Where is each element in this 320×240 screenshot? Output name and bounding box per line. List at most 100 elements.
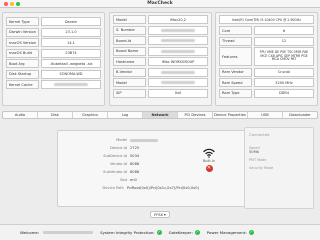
network-row-bsd: Bsd en0	[95, 176, 199, 184]
tab-downloader[interactable]: Downloader	[283, 112, 317, 118]
model-row-board-id: Board-Id	[113, 36, 208, 45]
network-row-vendor-id: Vendor-Id 8086	[95, 160, 199, 168]
model-label-hostname: Hostname	[113, 57, 146, 66]
status-bar: Welcome: System Integrity Protection: ✓ …	[0, 224, 320, 240]
model-value-model	[148, 78, 208, 87]
cpu-label-ram-speed: Ram Speed	[219, 78, 252, 87]
model-label-board-id: Board-Id	[113, 36, 146, 45]
builtin-label: Built-In	[202, 159, 216, 163]
cpu-row-features: Features FPU VME DE PSE TSC MSR PAE MCE C…	[219, 47, 314, 66]
kernel-value-kernel-cache	[41, 80, 101, 89]
cpu-row-ram-vendor: Ram Vendor Crucial	[219, 67, 314, 77]
network-label-device-id: Device-Id	[110, 146, 127, 150]
network-row-device-path: Device Path PciRoot(0x0)/Pci(0x1c,0x7)/Pc…	[95, 184, 200, 192]
kernel-label-kernel-type: Kernel Type	[6, 17, 39, 26]
network-value-vendor-id: 8086	[130, 162, 140, 166]
model-row-board-name: Board Name	[113, 46, 208, 56]
redacted-value	[160, 39, 196, 42]
welcome-segment: Welcome:	[20, 230, 94, 235]
model-row-model: Model	[113, 78, 208, 87]
redacted-value	[53, 83, 89, 86]
model-row-model: Model iMac20,2	[113, 15, 208, 24]
kernel-row-kernel-type: Kernel Type Darwin	[6, 17, 101, 26]
model-value-s-number	[148, 25, 208, 35]
kernel-label-boot-arg: Boot Arg	[6, 59, 39, 68]
cpu-row-thread: Thread 12	[219, 36, 314, 46]
sip-status: System Integrity Protection: ✓	[100, 230, 162, 235]
network-value-bsd: en0	[130, 178, 137, 182]
kernel-label-macos-version: macOS Version	[6, 38, 39, 47]
cpu-label-core: Core	[219, 26, 252, 35]
network-row-subvendor-id: SubVendor-Id 8086	[95, 168, 199, 176]
power-status: Power Management: ✓	[207, 230, 254, 235]
network-label-subvendor-id: SubVendor-Id	[103, 170, 127, 174]
model-label-model: Model	[113, 78, 146, 87]
interface-select[interactable]: FFSX ▾	[150, 211, 170, 218]
tab-disk[interactable]: Disk	[38, 112, 73, 118]
network-label-bsd: Bsd	[120, 178, 127, 182]
cpu-value-core: 6	[254, 26, 314, 35]
security-label: Security Mode	[249, 166, 274, 170]
kernel-label-macos-build: macOS Build	[6, 48, 39, 58]
tab-audio[interactable]: Audio	[3, 112, 38, 118]
model-value-board-name	[148, 46, 208, 56]
model-value-hostname: iMac WORKGROUP	[148, 57, 208, 66]
cpu-row-ram-speed: Ram Speed 3200 MHz	[219, 78, 314, 87]
model-label-s-number: S. Number	[113, 25, 146, 35]
tab-usb[interactable]: USB	[248, 112, 283, 118]
gatekeeper-label: GateKeeper:	[168, 230, 193, 235]
redacted-value	[160, 81, 196, 84]
cpu-row-ram-type: Ram Type DDR4	[219, 88, 314, 98]
tab-bar: Audio Disk Graphics Log Network PCI Devices De…	[2, 111, 318, 119]
tab-pci-devices[interactable]: PCI Devices	[178, 112, 213, 118]
cpu-value-thread: 12	[254, 36, 314, 46]
cpu-label-ram-type: Ram Type	[219, 88, 252, 98]
title-bar: MacCheck	[0, 0, 320, 8]
kernel-value-macos-version: 14.1	[41, 38, 101, 47]
kernel-row-boot-arg: Boot Arg -lilubetaall -wegbeta -alc	[6, 59, 101, 68]
model-label-b-vendor: B.Vendor	[113, 67, 146, 77]
cpu-value: Intel(R) Core(TM) i5-10400 CPU @ 2.90GHz	[219, 15, 314, 24]
redacted-value	[130, 138, 158, 142]
network-row-subdevice-id: SubDevice-Id 0034	[95, 152, 199, 160]
model-row-b-vendor: B.Vendor	[113, 67, 208, 77]
wifi-icon	[203, 148, 215, 158]
window-title: MacCheck	[147, 1, 173, 6]
power-label: Power Management:	[206, 230, 247, 235]
tab-network[interactable]: Network	[143, 112, 178, 118]
network-value-device-path: PciRoot(0x0)/Pci(0x1c,0x7)/Pci(0x0,0x0)	[126, 186, 199, 190]
redacted-value	[160, 28, 196, 32]
model-row-sip: SIP 0x0	[113, 88, 208, 98]
kernel-row-kernel-cache: Kernel Cache	[6, 80, 101, 89]
kernel-label-kernel-cache: Kernel Cache	[6, 80, 39, 89]
network-value-subvendor-id: 8086	[130, 170, 140, 174]
kernel-value-macos-build: 23B74	[41, 48, 101, 58]
kernel-label-disk-startup: Disk Startup	[6, 69, 39, 79]
kernel-value-kernel-type: Darwin	[41, 17, 101, 26]
network-row-model: Model	[95, 136, 199, 144]
interface-value: FFSX	[154, 212, 163, 217]
cpu-label-ram-vendor: Ram Vendor	[219, 67, 252, 77]
network-label-vendor-id: Vendor-Id	[109, 162, 127, 166]
connection-status: Connected	[249, 132, 270, 137]
cpu-panel: Intel(R) Core(TM) i5-10400 CPU @ 2.90GHz…	[215, 12, 318, 106]
kernel-value-darwin-version: 23.1.0	[41, 27, 101, 37]
pmt-label: PMT Mode	[249, 158, 267, 162]
connection-panel: Connected Speed 50Mb PMT Mode Security M…	[244, 127, 314, 209]
cpu-value-features: FPU VME DE PSE TSC MSR PAE MCE CX8 APIC …	[254, 47, 314, 66]
redacted-value	[160, 49, 196, 53]
cpu-value-ram-type: DDR4	[254, 88, 314, 98]
check-icon: ✓	[194, 230, 200, 235]
redacted-value	[160, 70, 196, 74]
tab-log[interactable]: Log	[108, 112, 143, 118]
tab-device-properties[interactable]: Device Properties	[213, 112, 248, 118]
gatekeeper-status: GateKeeper: ✓	[169, 230, 200, 235]
cpu-row-core: Core 6	[219, 26, 314, 35]
network-label-model: Model	[116, 138, 127, 142]
tab-graphics[interactable]: Graphics	[73, 112, 108, 118]
kernel-row-macos-build: macOS Build 23B74	[6, 48, 101, 58]
check-icon: ✓	[156, 230, 162, 235]
model-label-model: Model	[113, 15, 146, 24]
kernel-row-darwin-version: Darwin Version 23.1.0	[6, 27, 101, 37]
model-label-board-name: Board Name	[113, 46, 146, 56]
